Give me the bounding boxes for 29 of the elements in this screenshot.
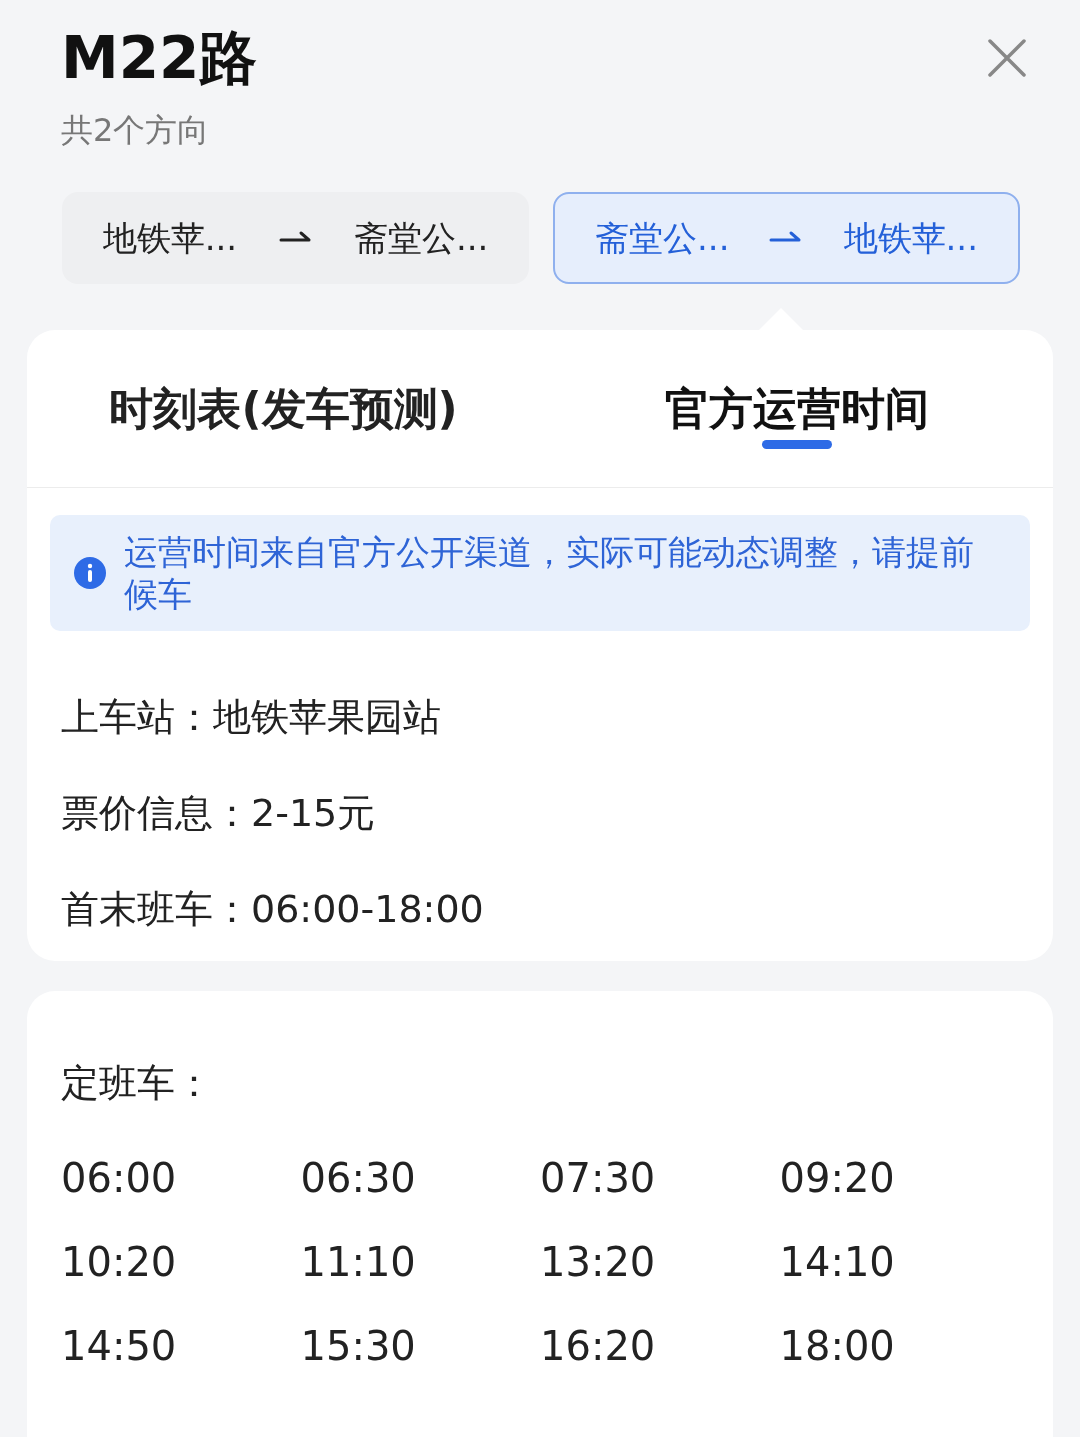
tab[interactable]: 官方运营时间 (540, 330, 1053, 487)
departure-time: 15:30 (300, 1323, 416, 1369)
schedule-title: 定班车： (61, 1060, 214, 1107)
direction-tab[interactable]: 斋堂公... 地铁苹... (553, 192, 1020, 284)
tab[interactable]: 时刻表(发车预测) (27, 330, 540, 487)
info-icon (74, 557, 106, 589)
departure-time: 13:20 (540, 1239, 656, 1285)
departure-time: 14:10 (779, 1239, 895, 1285)
close-button[interactable] (985, 36, 1029, 80)
departure-time: 06:00 (61, 1155, 177, 1201)
info-label: 票价信息： (61, 790, 251, 837)
info-value: 06:00-18:00 (251, 886, 484, 933)
info-value: 2-15元 (251, 790, 376, 837)
info-value: 地铁苹果园站 (213, 694, 441, 741)
departure-time: 16:20 (540, 1323, 656, 1369)
direction-count: 共2个方向 (61, 110, 211, 151)
departure-time: 06:30 (300, 1155, 416, 1201)
departure-time: 11:10 (300, 1239, 416, 1285)
departure-time: 14:50 (61, 1323, 177, 1369)
info-label: 首末班车： (61, 886, 251, 933)
notice-text: 运营时间来自官方公开渠道，实际可能动态调整，请提前候车 (124, 531, 975, 615)
departure-time: 09:20 (779, 1155, 895, 1201)
departure-time: 07:30 (540, 1155, 656, 1201)
departure-time: 10:20 (61, 1239, 177, 1285)
route-title: M22路 (61, 23, 258, 94)
departure-time: 18:00 (779, 1323, 895, 1369)
info-label: 上车站： (61, 694, 213, 741)
close-icon (987, 38, 1027, 78)
direction-tab[interactable]: 地铁苹... 斋堂公... (62, 192, 529, 284)
